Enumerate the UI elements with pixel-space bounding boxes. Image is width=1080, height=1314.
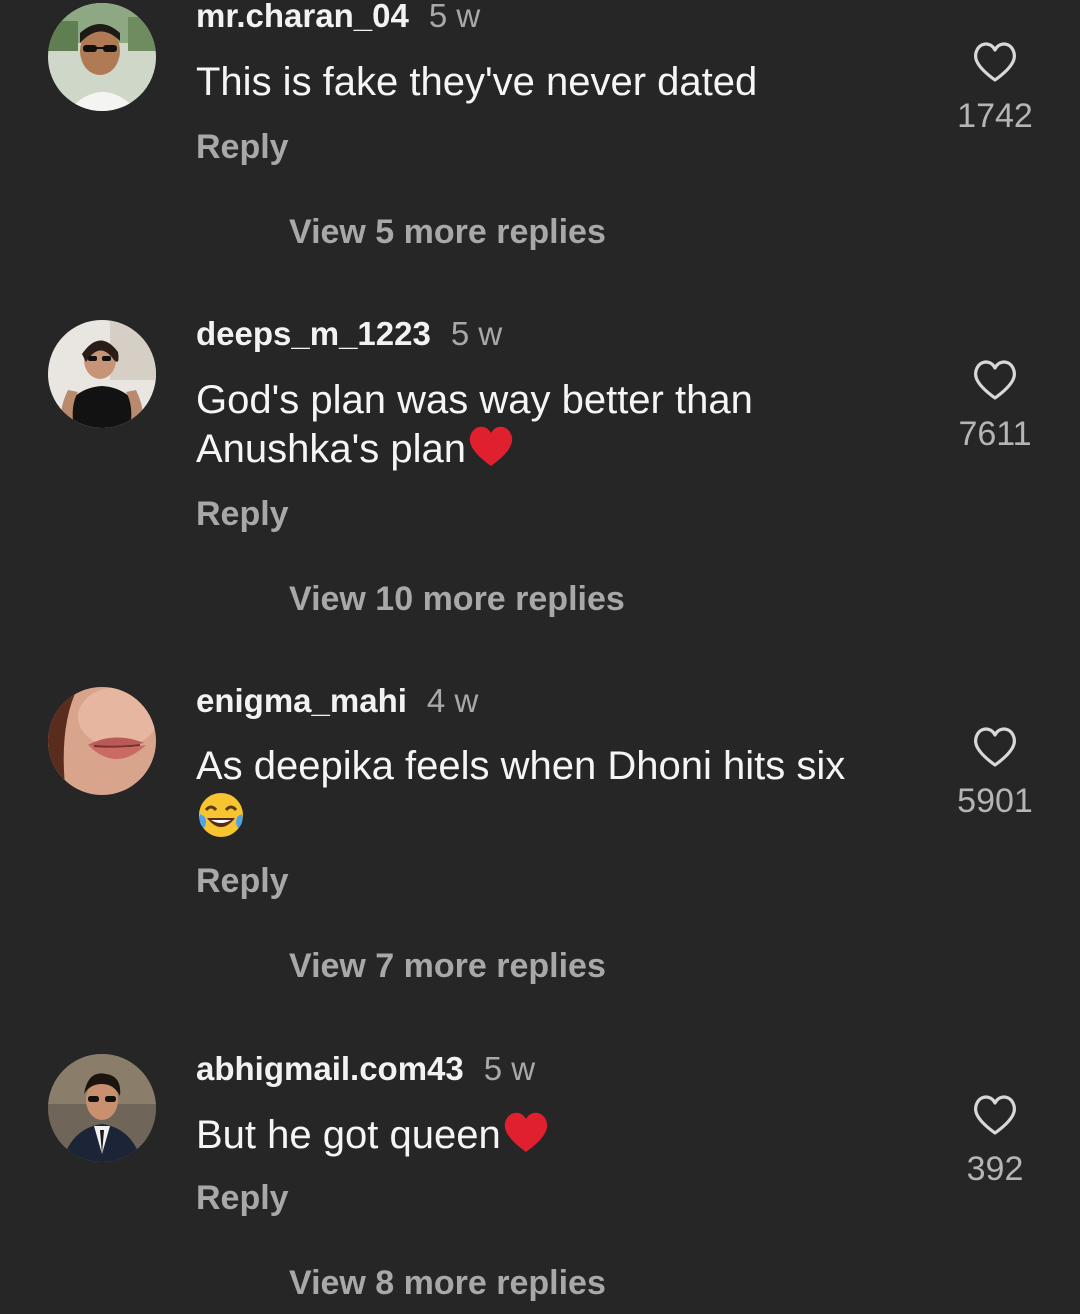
comment-meta: deeps_m_1223 5 w xyxy=(196,314,502,354)
like-count: 5901 xyxy=(957,782,1033,820)
heart-outline-icon xyxy=(974,42,1016,82)
reply-button[interactable]: Reply xyxy=(196,861,289,901)
timestamp: 5 w xyxy=(428,0,481,34)
reply-button[interactable]: Reply xyxy=(196,127,289,167)
like-count: 7611 xyxy=(958,415,1032,453)
timestamp: 5 w xyxy=(483,1050,536,1087)
like-button[interactable]: 5901 xyxy=(940,725,1050,821)
comment-text: As deepika feels when Dhoni hits six xyxy=(196,742,896,851)
view-more-replies-button[interactable]: View 7 more replies xyxy=(289,946,606,986)
comment-meta: mr.charan_04 5 w xyxy=(196,0,480,36)
like-button[interactable]: 7611 xyxy=(940,358,1050,454)
avatar[interactable] xyxy=(48,320,156,428)
username[interactable]: abhigmail.com43 xyxy=(196,1050,464,1087)
red-heart-emoji xyxy=(466,424,516,479)
comment-meta: enigma_mahi 4 w xyxy=(196,681,478,721)
heart-outline-icon xyxy=(974,727,1016,767)
heart-outline-icon xyxy=(974,360,1016,400)
man-sunglasses-avatar-image xyxy=(48,3,156,111)
comment-meta: abhigmail.com43 5 w xyxy=(196,1049,535,1089)
lips-closeup-avatar-image xyxy=(48,687,156,795)
comment-text: This is fake they've never dated xyxy=(196,58,896,106)
comment-text-content: As deepika feels when Dhoni hits six xyxy=(196,744,846,788)
timestamp: 4 w xyxy=(426,682,479,719)
heart-outline-icon xyxy=(974,1095,1016,1135)
timestamp: 5 w xyxy=(450,315,503,352)
red-heart-emoji xyxy=(501,1110,551,1165)
avatar[interactable] xyxy=(48,1054,156,1162)
comment-text-content: But he got queen xyxy=(196,1113,501,1157)
username[interactable]: mr.charan_04 xyxy=(196,0,409,34)
username[interactable]: enigma_mahi xyxy=(196,682,407,719)
view-more-replies-button[interactable]: View 8 more replies xyxy=(289,1263,606,1303)
like-button[interactable]: 1742 xyxy=(940,40,1050,136)
username[interactable]: deeps_m_1223 xyxy=(196,315,431,352)
avatar[interactable] xyxy=(48,687,156,795)
avatar[interactable] xyxy=(48,3,156,111)
view-more-replies-button[interactable]: View 10 more replies xyxy=(289,579,625,619)
comment-text: But he got queen xyxy=(196,1110,896,1165)
comment-text: God's plan was way better than Anushka's… xyxy=(196,376,836,479)
reply-button[interactable]: Reply xyxy=(196,494,289,534)
comment-text-content: This is fake they've never dated xyxy=(196,60,758,104)
tears-of-joy-emoji xyxy=(196,790,246,851)
like-button[interactable]: 392 xyxy=(940,1093,1050,1189)
man-suit-sunglasses-avatar-image xyxy=(48,1054,156,1162)
woman-black-top-avatar-image xyxy=(48,320,156,428)
like-count: 1742 xyxy=(957,97,1033,135)
reply-button[interactable]: Reply xyxy=(196,1178,289,1218)
view-more-replies-button[interactable]: View 5 more replies xyxy=(289,212,606,252)
like-count: 392 xyxy=(966,1150,1024,1188)
